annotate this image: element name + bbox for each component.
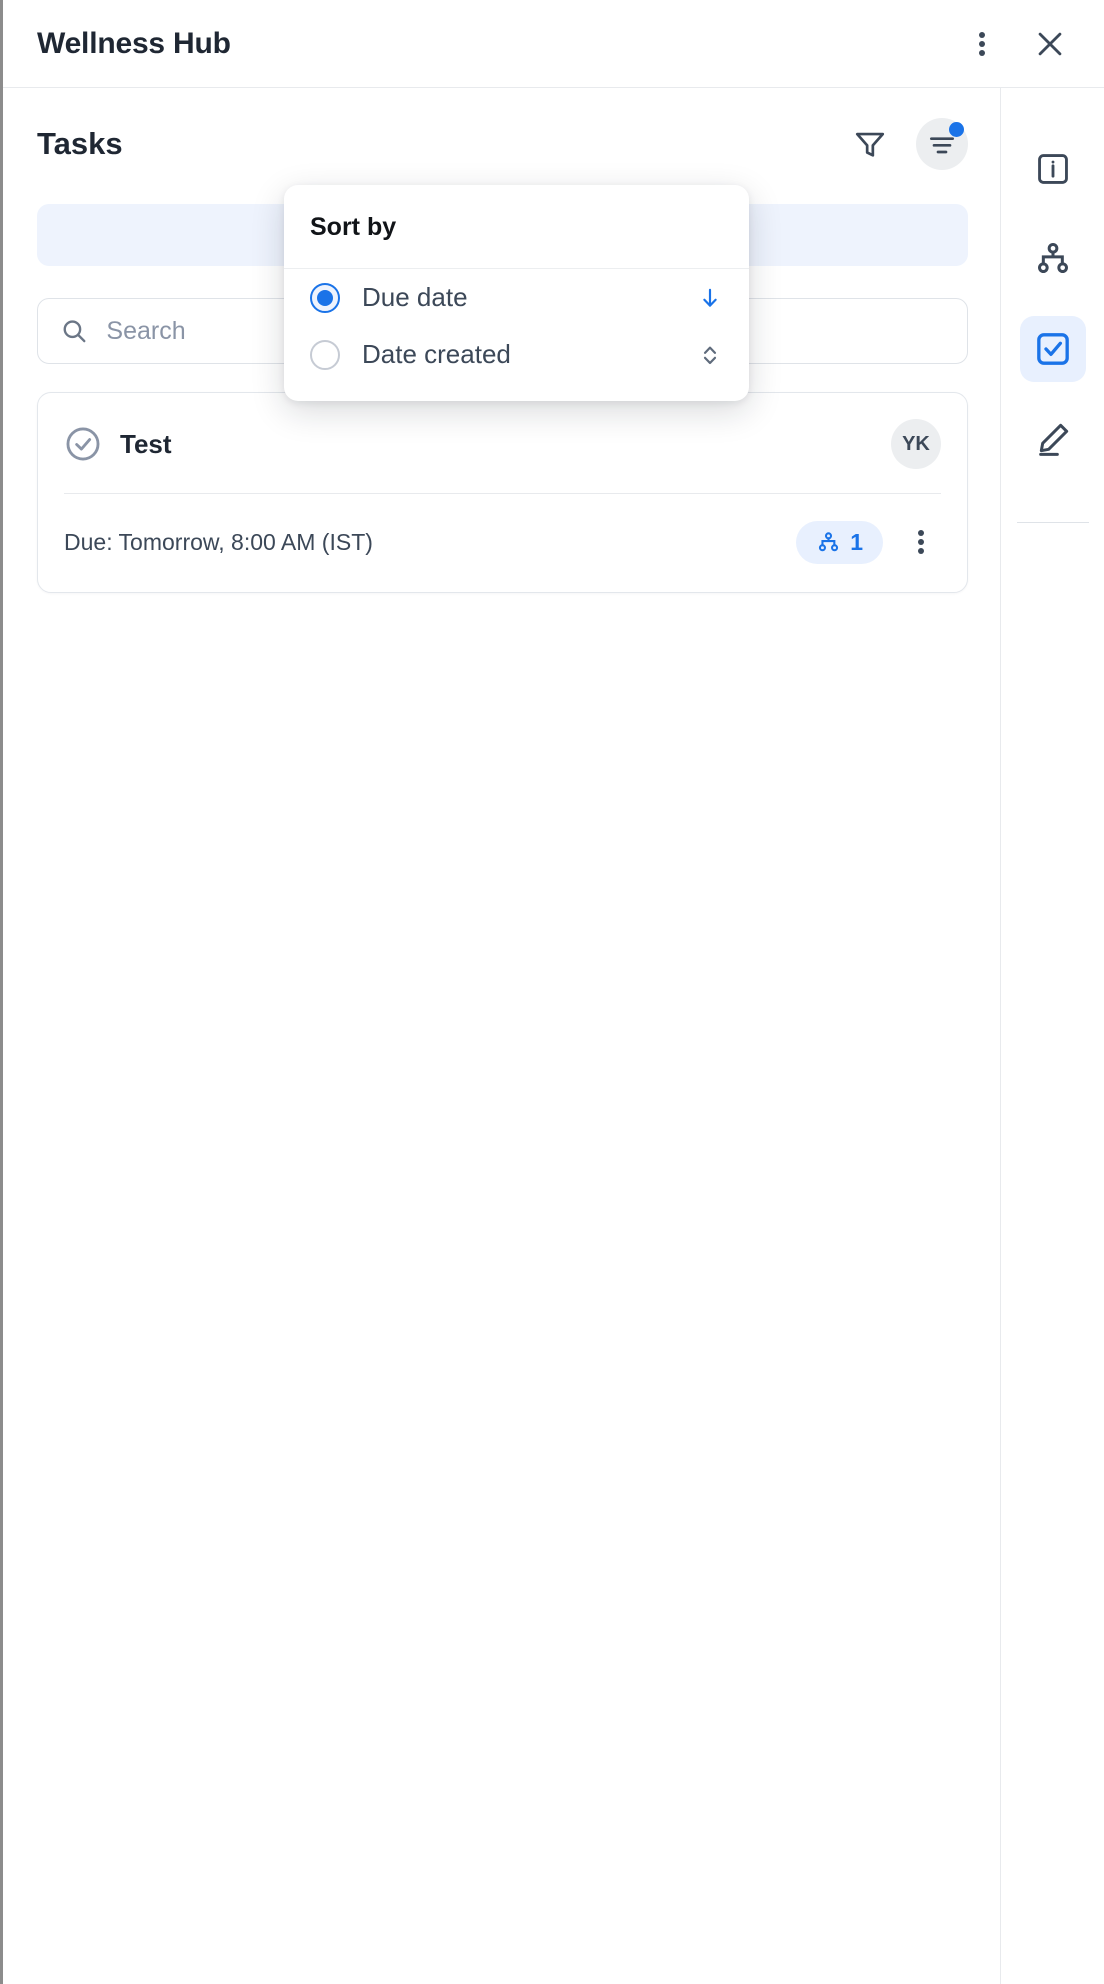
- pen-edit-icon: [1038, 423, 1068, 456]
- check-circle-icon[interactable]: [64, 425, 102, 463]
- chevron-up-down-icon: [703, 346, 717, 364]
- arrow-down-icon: [703, 288, 717, 307]
- sort-by-heading: Sort by: [284, 185, 749, 269]
- sort-option-label: Date created: [362, 339, 511, 369]
- window-header: Wellness Hub: [3, 0, 1104, 88]
- sidebar-divider: [1016, 522, 1089, 523]
- branch-icon: [819, 531, 839, 551]
- sidebar-item-subtasks[interactable]: [1020, 226, 1086, 292]
- sort-notification-dot: [949, 122, 964, 137]
- close-icon: [1038, 32, 1062, 55]
- sort-option-due-date[interactable]: Due date: [284, 269, 749, 326]
- branch-icon: [1037, 242, 1068, 274]
- task-due-date: Due: Tomorrow, 8:00 AM (IST): [64, 528, 373, 555]
- task-card-header: Test YK: [38, 393, 967, 493]
- filter-button[interactable]: [844, 118, 896, 170]
- sort-direction-toggle[interactable]: [697, 285, 723, 311]
- task-title: Test: [120, 428, 172, 459]
- info-icon: [1037, 154, 1068, 184]
- subtask-count-chip[interactable]: 1: [796, 520, 883, 564]
- radio-date-created[interactable]: [310, 339, 340, 370]
- window-more-button[interactable]: [957, 19, 1007, 69]
- task-card-footer: Due: Tomorrow, 8:00 AM (IST) 1: [38, 494, 967, 592]
- window-actions: [957, 19, 1075, 69]
- sidebar-item-tasks[interactable]: [1019, 316, 1086, 382]
- page-title: Tasks: [37, 126, 123, 161]
- window-title: Wellness Hub: [37, 26, 231, 60]
- subtask-count-label: 1: [850, 528, 863, 555]
- sort-by-dropdown: Sort by Due date Date created: [284, 185, 749, 401]
- sort-menu-padding: [284, 383, 749, 401]
- tasks-panel-header: Tasks: [3, 88, 1002, 170]
- sort-option-date-created[interactable]: Date created: [284, 326, 749, 383]
- sidebar-item-info[interactable]: [1020, 136, 1086, 202]
- radio-due-date[interactable]: [310, 282, 340, 313]
- sort-option-label: Due date: [362, 282, 468, 312]
- tasks-checkbox-icon: [1036, 333, 1069, 365]
- kebab-menu-icon: [979, 29, 985, 59]
- sidebar-item-notes[interactable]: [1020, 406, 1086, 472]
- search-icon: [63, 320, 86, 343]
- wellness-hub-window: Wellness Hub Tasks Search Test YK Due: T…: [0, 0, 1104, 1984]
- window-close-button[interactable]: [1025, 19, 1075, 69]
- task-card[interactable]: Test YK Due: Tomorrow, 8:00 AM (IST) 1: [37, 392, 968, 593]
- kebab-menu-icon: [918, 527, 924, 557]
- sort-direction-toggle[interactable]: [697, 342, 723, 368]
- filter-funnel-icon: [855, 132, 885, 157]
- right-sidebar: [1000, 88, 1104, 1984]
- task-more-button[interactable]: [901, 518, 941, 566]
- sort-button[interactable]: [916, 118, 968, 170]
- tasks-panel-actions: [844, 118, 968, 170]
- avatar[interactable]: YK: [891, 419, 941, 469]
